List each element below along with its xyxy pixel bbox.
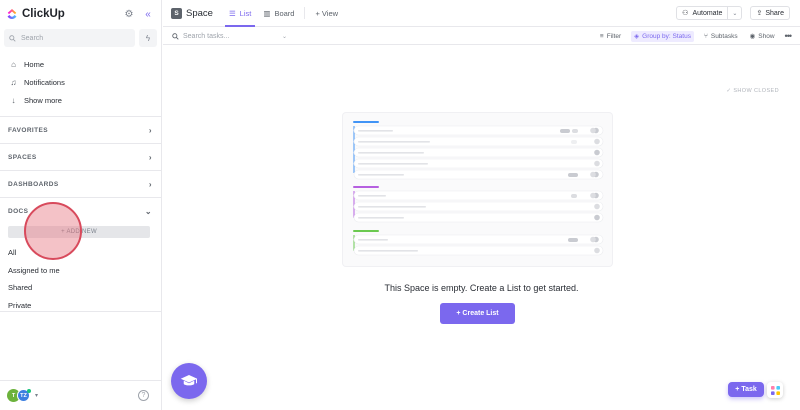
subtasks-button[interactable]: ⑂ Subtasks — [702, 31, 740, 42]
sidebar-item-home[interactable]: ⌂ Home — [0, 55, 161, 73]
automate-label: Automate — [692, 9, 723, 17]
sidebar: ClickUp ⚙ « Search ϟ ⌂ Home ♫ Notificati… — [0, 0, 162, 410]
new-task-label: Task — [741, 386, 757, 393]
view-header: S Space ☰ List ▥ Board + View ⚇ Automate… — [163, 0, 800, 27]
empty-list-illustration — [343, 113, 612, 266]
empty-state-message: This Space is empty. Create a List to ge… — [384, 283, 579, 293]
space-title[interactable]: Space — [186, 8, 213, 19]
task-search-placeholder: Search tasks... — [183, 32, 230, 40]
sidebar-search-placeholder: Search — [21, 34, 44, 42]
apps-grid-icon — [770, 385, 780, 395]
tab-label: List — [239, 8, 252, 18]
sidebar-header: ClickUp ⚙ « — [0, 0, 161, 28]
sidebar-item-show-more[interactable]: ↓ Show more — [0, 91, 161, 109]
section-favorites[interactable]: FAVORITES › — [0, 116, 161, 143]
new-task-button[interactable]: + Task — [728, 382, 764, 397]
apps-grid-button[interactable] — [767, 382, 783, 398]
space-avatar: S — [171, 7, 182, 19]
chevron-down-icon[interactable]: ⌄ — [282, 33, 287, 40]
home-icon: ⌂ — [11, 59, 16, 69]
docs-item-shared[interactable]: Shared — [0, 279, 161, 297]
show-button[interactable]: ◉ Show — [748, 31, 777, 42]
show-closed-toggle[interactable]: ✓ SHOW CLOSED — [726, 88, 779, 94]
sidebar-search-row: Search ϟ — [0, 29, 161, 47]
subtasks-label: Subtasks — [710, 32, 738, 40]
docs-list: All Assigned to me Shared Private — [0, 244, 161, 314]
sidebar-item-label: Notifications — [24, 77, 65, 87]
search-icon — [172, 32, 179, 40]
section-docs[interactable]: DOCS ⌄ — [0, 197, 161, 224]
tab-list[interactable]: ☰ List — [223, 0, 257, 27]
add-view-button[interactable]: + View — [309, 0, 344, 27]
clickup-logo[interactable]: ClickUp — [6, 8, 65, 20]
quick-actions-bolt-icon[interactable]: ϟ — [139, 29, 157, 47]
layers-icon: ◈ — [634, 33, 640, 40]
filter-icon: ≡ — [599, 32, 604, 40]
clickup-logo-icon — [7, 9, 17, 19]
caret-down-icon[interactable]: ▾ — [35, 392, 38, 399]
section-title: DASHBOARDS — [8, 180, 59, 188]
share-label: Share — [765, 9, 784, 17]
group-by-label: Group by: Status — [642, 32, 691, 40]
section-title: SPACES — [8, 153, 37, 161]
sidebar-nav: ⌂ Home ♫ Notifications ↓ Show more — [0, 55, 161, 109]
bell-icon: ♫ — [10, 77, 17, 87]
sidebar-footer: T TZ ▾ ? — [0, 380, 161, 410]
filter-label: Filter — [606, 32, 622, 40]
plus-icon: + — [735, 386, 740, 393]
divider — [304, 7, 306, 19]
chevron-right-icon: › — [148, 152, 152, 162]
tab-board[interactable]: ▥ Board — [257, 0, 300, 27]
robot-icon: ⚇ — [682, 10, 689, 17]
sidebar-divider — [0, 311, 161, 312]
list-toolbar: Search tasks... ⌄ ≡ Filter ◈ Group by: S… — [163, 28, 800, 45]
section-title: DOCS — [8, 207, 29, 215]
group-by-button[interactable]: ◈ Group by: Status — [631, 30, 694, 42]
sidebar-item-label: Home — [24, 59, 45, 69]
create-list-button[interactable]: + Create List — [440, 303, 515, 324]
show-label: Show — [758, 32, 775, 40]
graduation-cap-icon — [180, 375, 198, 386]
sidebar-search-input[interactable]: Search — [4, 29, 135, 47]
more-options-icon[interactable]: ••• — [785, 31, 793, 41]
chevron-right-icon: › — [148, 179, 152, 189]
chevron-down-icon: ⌄ — [144, 206, 152, 216]
search-icon — [9, 34, 16, 42]
online-status-dot — [27, 389, 31, 393]
learning-center-button[interactable] — [171, 363, 207, 399]
arrow-down-icon: ↓ — [11, 95, 16, 105]
sidebar-item-notifications[interactable]: ♫ Notifications — [0, 73, 161, 91]
filter-button[interactable]: ≡ Filter — [598, 31, 623, 42]
docs-item-all[interactable]: All — [0, 244, 161, 262]
settings-gear-icon[interactable]: ⚙ — [122, 7, 136, 21]
list-icon: ☰ — [228, 8, 236, 18]
automate-label-area[interactable]: ⚇ Automate — [677, 7, 729, 19]
share-button[interactable]: ⇪ Share — [750, 6, 790, 20]
collapse-sidebar-icon[interactable]: « — [141, 7, 155, 21]
sidebar-item-label: Show more — [24, 95, 62, 105]
click-indicator — [24, 202, 82, 260]
subtasks-icon: ⑂ — [703, 32, 708, 40]
automate-button[interactable]: ⚇ Automate ⌄ — [676, 6, 743, 20]
section-title: FAVORITES — [8, 126, 48, 134]
show-closed-label: SHOW CLOSED — [733, 88, 779, 94]
section-dashboards[interactable]: DASHBOARDS › — [0, 170, 161, 197]
app-name: ClickUp — [22, 8, 65, 20]
board-icon: ▥ — [263, 8, 271, 18]
illustration-graphic — [353, 121, 604, 256]
eye-icon: ◉ — [749, 33, 756, 40]
chevron-right-icon: › — [148, 125, 152, 135]
chevron-down-icon[interactable]: ⌄ — [728, 10, 741, 17]
section-spaces[interactable]: SPACES › — [0, 143, 161, 170]
task-search-input[interactable]: Search tasks... ⌄ — [172, 33, 287, 40]
tab-label: Board — [274, 8, 295, 18]
docs-item-assigned[interactable]: Assigned to me — [0, 262, 161, 280]
share-icon: ⇪ — [756, 10, 763, 17]
help-icon[interactable]: ? — [138, 390, 149, 401]
